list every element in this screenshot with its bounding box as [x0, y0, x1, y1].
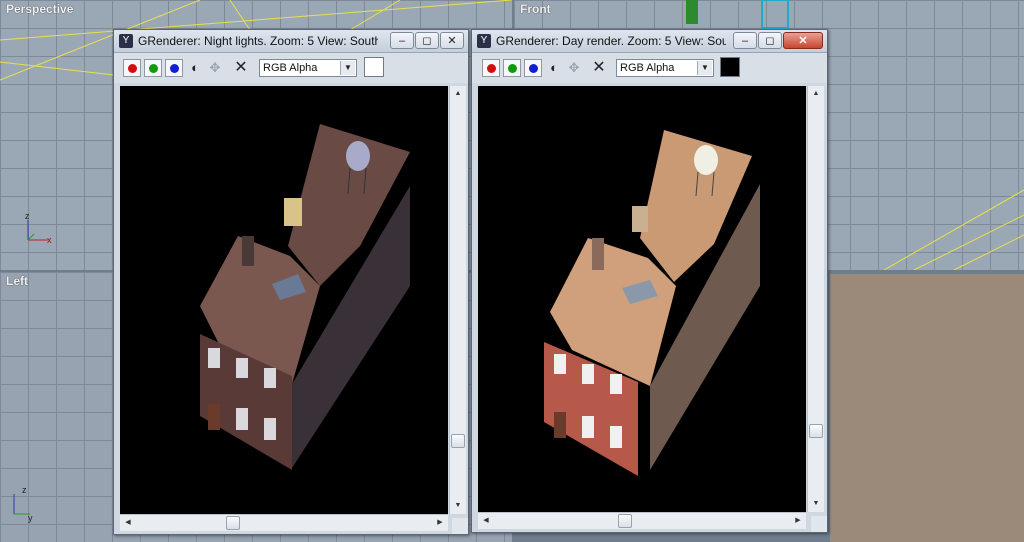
horizontal-scrollbar[interactable]: ◀ ▶ — [478, 512, 806, 529]
vertical-scrollbar[interactable]: ▲ ▼ — [807, 86, 824, 512]
front-label: Front — [520, 2, 551, 16]
blue-channel-button[interactable] — [524, 59, 542, 77]
blue-dot-icon — [529, 64, 538, 73]
axis-z-label: z — [25, 211, 30, 221]
background-color-swatch[interactable] — [364, 57, 384, 77]
scroll-down-icon[interactable]: ▼ — [808, 496, 824, 512]
scroll-up-icon[interactable]: ▲ — [450, 86, 466, 102]
renderer-window-day[interactable]: Y GRenderer: Day render. Zoom: 5 View: S… — [471, 29, 828, 533]
building-render-day — [544, 130, 760, 476]
scroll-up-icon[interactable]: ▲ — [808, 86, 824, 102]
building-render-night — [200, 124, 410, 470]
app-icon: Y — [119, 34, 133, 48]
background-color-swatch[interactable] — [720, 57, 740, 77]
scroll-left-icon[interactable]: ◀ — [120, 515, 136, 531]
clear-icon[interactable]: ✕ — [590, 59, 608, 77]
green-channel-button[interactable] — [503, 59, 521, 77]
window-titlebar[interactable]: Y GRenderer: Day render. Zoom: 5 View: S… — [472, 30, 827, 53]
scroll-right-icon[interactable]: ▶ — [432, 515, 448, 531]
vertical-scroll-thumb[interactable] — [451, 434, 465, 448]
left-axis-tripod-icon: z y — [13, 485, 33, 523]
channel-select-value: RGB Alpha — [263, 62, 318, 74]
resize-grip-icon[interactable] — [811, 516, 827, 532]
render-toolbar: ◐ ✥ ✕ RGB Alpha ▼ — [472, 53, 827, 83]
close-button[interactable]: ✕ — [783, 32, 823, 49]
axis-tripod-icon: z x — [25, 211, 52, 245]
axis-x-label: x — [47, 235, 52, 245]
green-dot-icon — [149, 64, 158, 73]
green-dot-icon — [508, 64, 517, 73]
minimize-button[interactable]: – — [733, 32, 757, 49]
channel-select[interactable]: RGB Alpha ▼ — [259, 59, 357, 77]
red-dot-icon — [128, 64, 137, 73]
render-canvas — [478, 86, 806, 512]
render-toolbar: ◐ ✥ ✕ RGB Alpha ▼ — [114, 53, 468, 83]
move-icon[interactable]: ✥ — [565, 59, 583, 77]
left-label: Left — [6, 274, 28, 288]
channel-select[interactable]: RGB Alpha ▼ — [616, 59, 714, 77]
window-titlebar[interactable]: Y GRenderer: Night lights. Zoom: 5 View:… — [114, 30, 468, 53]
window-title: GRenderer: Day render. Zoom: 5 View: Sou… — [496, 34, 726, 48]
chevron-down-icon: ▼ — [340, 61, 355, 75]
contrast-icon[interactable]: ◐ — [545, 59, 563, 77]
minimize-button[interactable]: – — [390, 32, 414, 49]
render-canvas — [120, 86, 448, 514]
blue-channel-button[interactable] — [165, 59, 183, 77]
resize-grip-icon[interactable] — [452, 518, 468, 534]
renderer-window-night[interactable]: Y GRenderer: Night lights. Zoom: 5 View:… — [113, 29, 469, 535]
red-channel-button[interactable] — [123, 59, 141, 77]
horizontal-scroll-thumb[interactable] — [226, 516, 240, 530]
scroll-right-icon[interactable]: ▶ — [790, 513, 806, 529]
blue-dot-icon — [170, 64, 179, 73]
red-dot-icon — [487, 64, 496, 73]
red-channel-button[interactable] — [482, 59, 500, 77]
green-channel-button[interactable] — [144, 59, 162, 77]
maximize-button[interactable]: ◻ — [415, 32, 439, 49]
perspective-label: Perspective — [6, 2, 74, 16]
clear-icon[interactable]: ✕ — [232, 59, 250, 77]
window-title: GRenderer: Night lights. Zoom: 5 View: S… — [138, 34, 378, 48]
close-button[interactable]: ✕ — [440, 32, 464, 49]
svg-text:z: z — [22, 485, 27, 495]
svg-text:y: y — [28, 513, 33, 523]
vertical-scrollbar[interactable]: ▲ ▼ — [449, 86, 466, 514]
scroll-down-icon[interactable]: ▼ — [450, 498, 466, 514]
channel-select-value: RGB Alpha — [620, 62, 675, 74]
horizontal-scrollbar[interactable]: ◀ ▶ — [120, 514, 448, 531]
vertical-scroll-thumb[interactable] — [809, 424, 823, 438]
camera-viewport[interactable] — [830, 274, 1024, 542]
contrast-icon[interactable]: ◐ — [186, 59, 204, 77]
app-icon: Y — [477, 34, 491, 48]
move-icon[interactable]: ✥ — [206, 59, 224, 77]
horizontal-scroll-thumb[interactable] — [618, 514, 632, 528]
maximize-button[interactable]: ◻ — [758, 32, 782, 49]
chevron-down-icon: ▼ — [697, 61, 712, 75]
scroll-left-icon[interactable]: ◀ — [478, 513, 494, 529]
